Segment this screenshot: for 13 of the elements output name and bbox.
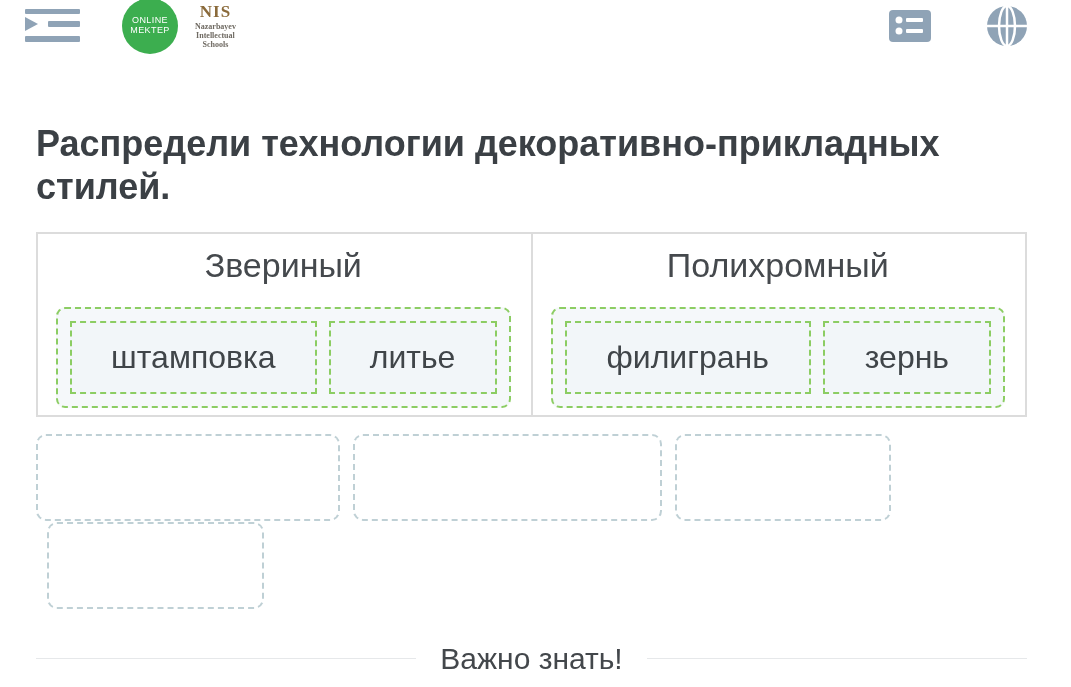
word-tile[interactable]: филигрань — [564, 321, 811, 394]
word-tile[interactable]: литье — [328, 321, 497, 394]
globe-icon[interactable] — [986, 5, 1028, 47]
word-tile[interactable]: штамповка — [70, 321, 317, 394]
nis-logo-mark: NIS — [199, 2, 232, 20]
category-heading: Полихромный — [665, 245, 890, 287]
section-heading: Важно знать! — [440, 642, 623, 675]
task-title: Распредели технологии декоративно-прикладных стилей. — [36, 122, 941, 209]
category-heading: Звериный — [203, 245, 363, 287]
list-icon[interactable] — [889, 10, 931, 42]
nis-logo-caption: Nazarbayev Intellectual Schools — [195, 21, 236, 50]
word-tile[interactable]: зернь — [822, 321, 991, 394]
menu-icon[interactable] — [25, 9, 80, 43]
